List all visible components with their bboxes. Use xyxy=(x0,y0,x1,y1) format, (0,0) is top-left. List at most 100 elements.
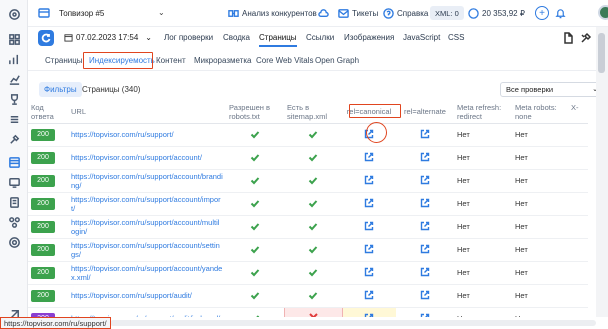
subtab-indexability[interactable]: Индексируемость xyxy=(89,56,155,65)
help-link[interactable]: Справка xyxy=(383,8,428,19)
external-link-icon[interactable] xyxy=(364,129,374,139)
subtab-pages[interactable]: Страницы xyxy=(45,56,83,65)
monitor-icon[interactable] xyxy=(7,175,21,189)
tab-links[interactable]: Ссылки xyxy=(306,33,334,42)
external-link-icon[interactable] xyxy=(364,267,374,277)
tab-pages[interactable]: Страницы xyxy=(259,33,297,47)
status-badge: 200 xyxy=(31,289,55,302)
header-sitemap[interactable]: Есть в sitemap.xml xyxy=(284,101,342,124)
positions-icon[interactable] xyxy=(7,52,21,66)
refresh-button[interactable] xyxy=(38,30,54,46)
add-funds-icon[interactable]: + xyxy=(535,6,549,20)
avatar[interactable] xyxy=(598,5,608,20)
horizontal-scrollbar[interactable] xyxy=(110,320,596,326)
url-link[interactable]: https://topvisor.com/ru/support/audit/ xyxy=(68,284,226,308)
chevron-down-icon[interactable]: ⌄ xyxy=(158,8,165,17)
header-meta-robots[interactable]: Meta robots: none xyxy=(512,101,568,124)
table-row[interactable]: 200 https://topvisor.com/ru/support/accou… xyxy=(28,238,588,262)
dashboard-icon[interactable] xyxy=(7,32,21,46)
url-link[interactable]: https://topvisor.com/ru/support/account/… xyxy=(68,192,226,216)
external-link-icon[interactable] xyxy=(420,267,430,277)
vertical-scrollbar[interactable] xyxy=(596,27,608,317)
trophy-icon[interactable] xyxy=(7,92,21,106)
table-row[interactable]: 200 https://topvisor.com/ru/support/accou… xyxy=(28,261,588,285)
competitors-link[interactable]: Анализ конкурентов xyxy=(228,8,317,19)
tab-check-log[interactable]: Лог проверки xyxy=(164,33,213,42)
external-link-icon[interactable] xyxy=(364,290,374,300)
header-robots[interactable]: Разрешен в robots.txt xyxy=(226,101,284,124)
sitemap-cell xyxy=(283,307,343,317)
check-icon xyxy=(250,290,260,300)
tools-icon[interactable] xyxy=(7,132,21,146)
logo-icon[interactable] xyxy=(7,7,21,21)
table-row[interactable]: 200 https://topvisor.com/ru/support/audit… xyxy=(28,284,588,308)
external-link-icon[interactable] xyxy=(420,129,430,139)
table-row[interactable]: 200 https://topvisor.com/ru/support/accou… xyxy=(28,215,588,239)
header-alternate[interactable]: rel=alternate xyxy=(396,101,454,124)
external-link-icon[interactable] xyxy=(364,313,374,317)
subtab-core-web-vitals[interactable]: Core Web Vitals xyxy=(256,56,314,65)
table-row[interactable]: 200 https://topvisor.com/ru/support/accou… xyxy=(28,169,588,193)
table-row[interactable]: 200 https://topvisor.com/ru/support/Нет Не… xyxy=(28,123,588,147)
external-link-icon[interactable] xyxy=(420,244,430,254)
xml-limit-badge[interactable]: XML: 0 xyxy=(430,6,464,20)
export-doc-icon[interactable] xyxy=(562,32,574,44)
external-link-icon[interactable] xyxy=(364,221,374,231)
table-row[interactable]: 200 https://topvisor.com/ru/support/accou… xyxy=(28,146,588,170)
project-name[interactable]: Топвизор #5 xyxy=(59,9,104,18)
external-link-icon[interactable] xyxy=(420,152,430,162)
url-link[interactable]: https://topvisor.com/ru/support/account/ xyxy=(68,146,226,170)
tab-summary[interactable]: Сводка xyxy=(223,33,250,42)
list-icon[interactable] xyxy=(7,112,21,126)
analytics-icon[interactable] xyxy=(7,72,21,86)
header-code[interactable]: Код ответа xyxy=(28,101,68,124)
subtab-content[interactable]: Контент xyxy=(156,56,186,65)
external-link-icon[interactable] xyxy=(420,175,430,185)
header-extra[interactable]: X- xyxy=(568,101,588,124)
header-canonical[interactable]: rel=canonical xyxy=(342,101,396,124)
url-link[interactable]: https://topvisor.com/ru/support/ xyxy=(68,123,226,147)
audit-icon[interactable] xyxy=(7,155,21,169)
checks-select[interactable]: Все проверки ⌄ xyxy=(500,82,604,97)
external-link-icon[interactable] xyxy=(364,175,374,185)
meta-refresh-cell: Нет xyxy=(454,169,512,193)
pages-icon[interactable] xyxy=(7,195,21,209)
competitors-icon xyxy=(228,10,239,17)
cloud-sync-button[interactable] xyxy=(318,8,329,19)
url-link[interactable]: https://topvisor.com/ru/support/audit/in… xyxy=(68,307,226,317)
subtab-open-graph[interactable]: Open Graph xyxy=(315,56,359,65)
meta-robots-cell: Нет xyxy=(512,284,568,308)
table-row[interactable]: 200https://topvisor.com/ru/support/audit… xyxy=(28,307,588,317)
filters-button[interactable]: Фильтры xyxy=(39,82,82,97)
tab-css[interactable]: CSS xyxy=(448,33,464,42)
external-link-icon[interactable] xyxy=(420,313,430,317)
external-link-icon[interactable] xyxy=(364,198,374,208)
date-select[interactable]: 07.02.2023 17:54 ⌄ xyxy=(64,33,152,42)
subtab-microdata[interactable]: Микроразметка xyxy=(194,56,251,65)
balance[interactable]: 20 353,92 ₽ xyxy=(468,8,525,19)
header-url[interactable]: URL xyxy=(68,101,226,124)
bell-icon[interactable] xyxy=(553,6,567,20)
settings-icon[interactable] xyxy=(7,235,21,249)
tools-settings-icon[interactable] xyxy=(580,32,592,44)
external-link-icon[interactable] xyxy=(420,290,430,300)
table-row[interactable]: 200 https://topvisor.com/ru/support/accou… xyxy=(28,192,588,216)
canonical-cell xyxy=(342,238,396,262)
external-link-icon[interactable] xyxy=(364,152,374,162)
tickets-link[interactable]: Тикеты xyxy=(338,8,378,19)
canonical-cell xyxy=(342,192,396,216)
url-link[interactable]: https://topvisor.com/ru/support/account/… xyxy=(68,261,226,285)
header-meta-refresh[interactable]: Meta refresh: redirect xyxy=(454,101,512,124)
external-link-icon[interactable] xyxy=(420,221,430,231)
url-link[interactable]: https://topvisor.com/ru/support/account/… xyxy=(68,215,226,239)
meta-refresh-cell: Нет xyxy=(454,123,512,147)
external-link-icon[interactable] xyxy=(364,244,374,254)
url-link[interactable]: https://topvisor.com/ru/support/account/… xyxy=(68,169,226,193)
tab-javascript[interactable]: JavaScript xyxy=(403,33,440,42)
tab-images[interactable]: Изображения xyxy=(344,33,394,42)
clusters-icon[interactable] xyxy=(7,215,21,229)
external-link-icon[interactable] xyxy=(420,198,430,208)
url-link[interactable]: https://topvisor.com/ru/support/account/… xyxy=(68,238,226,262)
meta-refresh-cell: Нет xyxy=(454,284,512,308)
alternate-cell xyxy=(396,307,454,317)
